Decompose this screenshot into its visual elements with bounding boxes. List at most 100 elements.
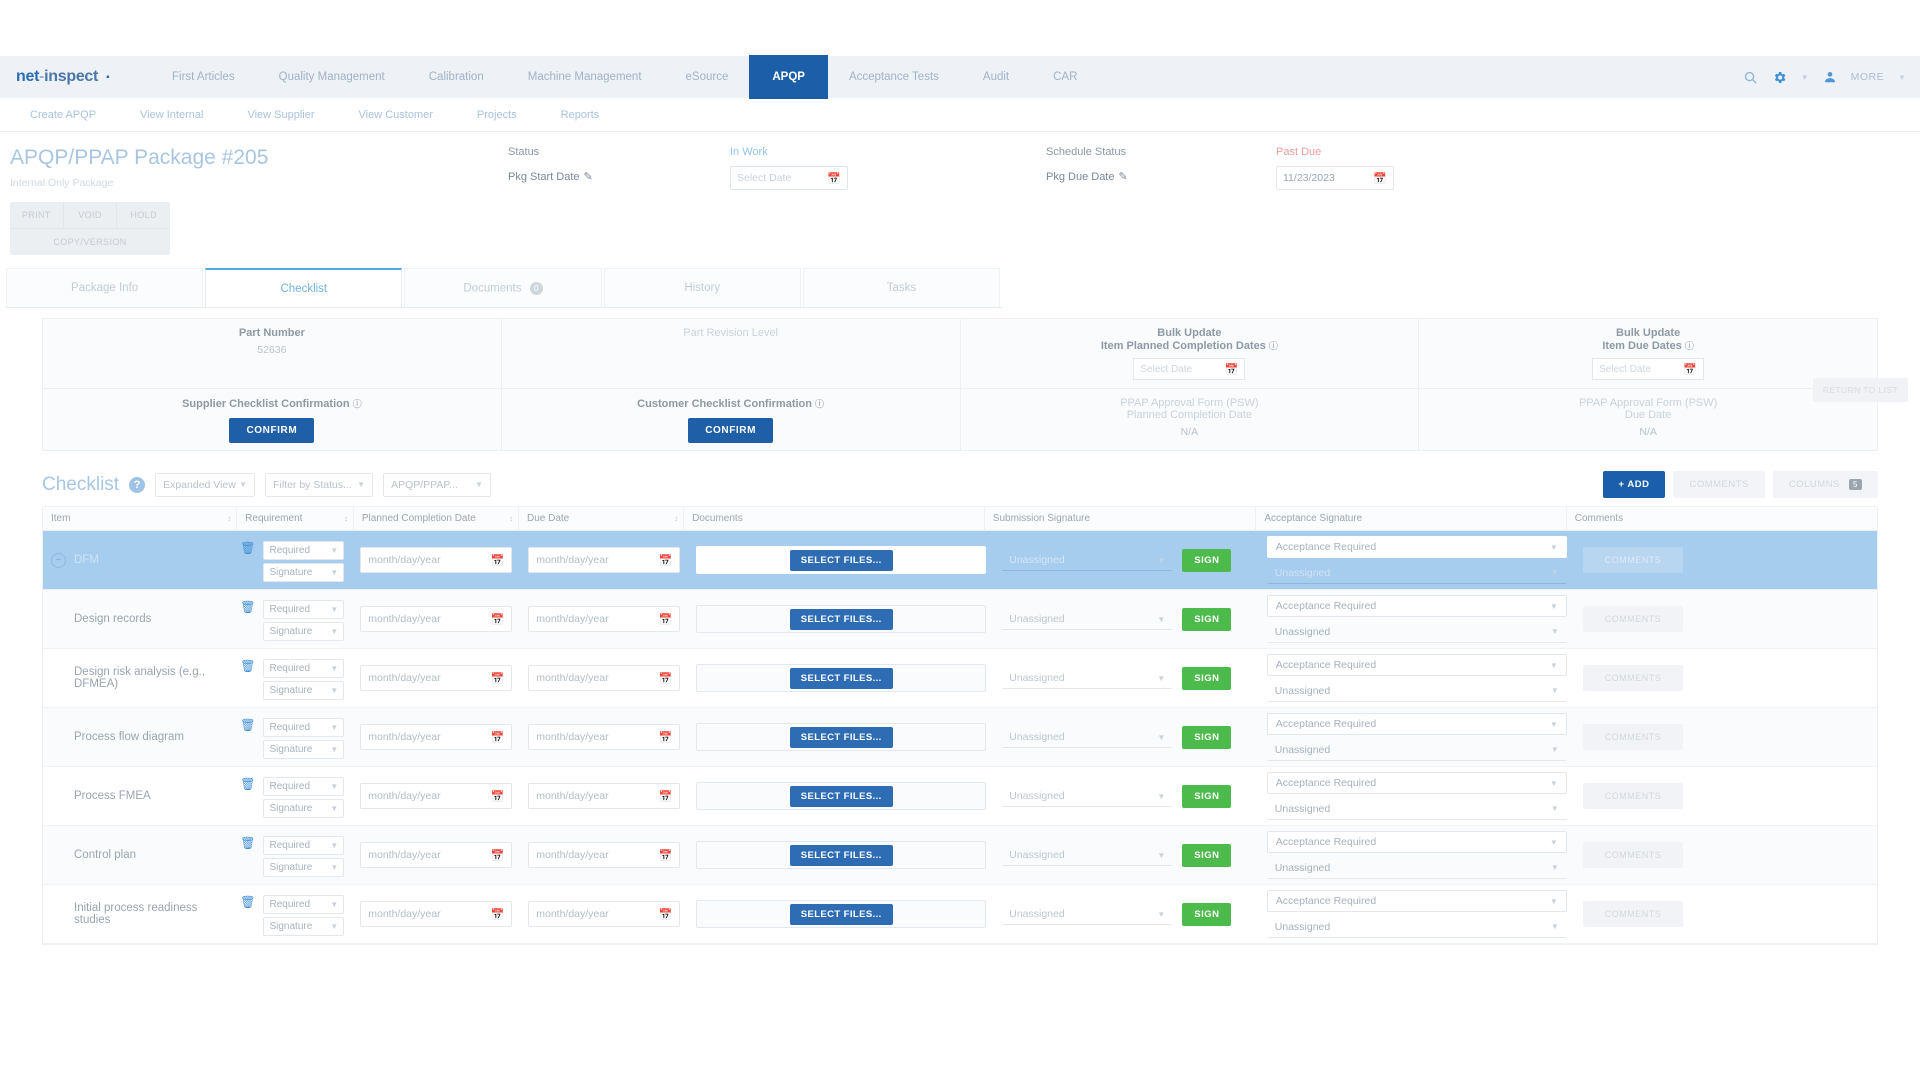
requirement-select[interactable]: Required▼ bbox=[263, 895, 344, 914]
file-dropzone[interactable]: SELECT FILES... bbox=[696, 900, 986, 928]
nav-item-machine-management[interactable]: Machine Management bbox=[506, 56, 664, 98]
return-to-list-button[interactable]: RETURN TO LIST bbox=[1813, 378, 1908, 402]
nav-item-apqp[interactable]: APQP bbox=[750, 56, 827, 98]
table-row[interactable]: Design records🗑Required▼Signature▼month/… bbox=[43, 590, 1877, 649]
calendar-icon-row-due[interactable]: 📅 bbox=[659, 731, 673, 744]
tab-tasks[interactable]: Tasks bbox=[803, 268, 1000, 307]
nav-item-quality-management[interactable]: Quality Management bbox=[257, 56, 407, 98]
void-button[interactable]: VOID bbox=[64, 202, 118, 228]
planned-date-input[interactable]: month/day/year📅 bbox=[360, 783, 512, 809]
delete-row-icon[interactable]: 🗑 bbox=[240, 659, 255, 673]
gear-chevron-down-icon[interactable]: ▼ bbox=[1801, 73, 1809, 82]
acceptance-signer-select[interactable]: Unassigned▼ bbox=[1267, 798, 1567, 820]
acceptance-signer-select[interactable]: Unassigned▼ bbox=[1267, 857, 1567, 879]
submission-signer-select[interactable]: Unassigned▼ bbox=[1002, 726, 1172, 748]
calendar-icon-row-due[interactable]: 📅 bbox=[659, 849, 673, 862]
bulk-due-date-input[interactable]: Select Date 📅 bbox=[1592, 358, 1704, 380]
due-date-input[interactable]: month/day/year📅 bbox=[528, 665, 680, 691]
planned-date-input[interactable]: month/day/year📅 bbox=[360, 724, 512, 750]
delete-row-icon[interactable]: 🗑 bbox=[240, 777, 255, 791]
nav-item-calibration[interactable]: Calibration bbox=[407, 56, 506, 98]
signature-select[interactable]: Signature▼ bbox=[263, 858, 344, 877]
due-date-input[interactable]: month/day/year📅 bbox=[528, 724, 680, 750]
nav-item-first-articles[interactable]: First Articles bbox=[150, 56, 257, 98]
signature-select[interactable]: Signature▼ bbox=[263, 740, 344, 759]
signature-select[interactable]: Signature▼ bbox=[263, 799, 344, 818]
file-dropzone[interactable]: SELECT FILES... bbox=[696, 605, 986, 633]
help-icon[interactable]: ? bbox=[129, 477, 145, 493]
columns-button[interactable]: COLUMNS 5 bbox=[1773, 471, 1878, 498]
acceptance-signer-select[interactable]: Unassigned▼ bbox=[1267, 621, 1567, 643]
add-button[interactable]: + ADD bbox=[1603, 471, 1666, 498]
submission-signer-select[interactable]: Unassigned▼ bbox=[1002, 785, 1172, 807]
subnav-item-view-customer[interactable]: View Customer bbox=[337, 109, 455, 121]
file-dropzone[interactable]: SELECT FILES... bbox=[696, 723, 986, 751]
submission-signer-select[interactable]: Unassigned▼ bbox=[1002, 903, 1172, 925]
table-row[interactable]: Design risk analysis (e.g., DFMEA)🗑Requi… bbox=[43, 649, 1877, 708]
acceptance-signer-select[interactable]: Unassigned▼ bbox=[1267, 916, 1567, 938]
acceptance-requirement-select[interactable]: Acceptance Required▼ bbox=[1267, 831, 1567, 853]
calendar-icon-row-planned[interactable]: 📅 bbox=[491, 849, 505, 862]
requirement-select[interactable]: Required▼ bbox=[263, 836, 344, 855]
print-button[interactable]: PRINT bbox=[10, 202, 64, 228]
calendar-icon-row-due[interactable]: 📅 bbox=[659, 613, 673, 626]
nav-item-acceptance-tests[interactable]: Acceptance Tests bbox=[827, 56, 961, 98]
header-requirement[interactable]: Requirement ↕ bbox=[237, 507, 354, 530]
subnav-item-projects[interactable]: Projects bbox=[455, 109, 539, 121]
delete-row-icon[interactable]: 🗑 bbox=[240, 836, 255, 850]
header-documents[interactable]: Documents bbox=[684, 507, 985, 530]
header-due-date[interactable]: Due Date ↕ bbox=[519, 507, 684, 530]
subnav-item-reports[interactable]: Reports bbox=[539, 109, 622, 121]
tab-package-info[interactable]: Package Info bbox=[6, 268, 203, 307]
planned-date-input[interactable]: month/day/year📅 bbox=[360, 901, 512, 927]
acceptance-signer-select[interactable]: Unassigned▼ bbox=[1267, 680, 1567, 702]
table-row[interactable]: −DFM🗑Required▼Signature▼month/day/year📅m… bbox=[43, 531, 1877, 590]
calendar-icon-4[interactable]: 📅 bbox=[1683, 363, 1697, 376]
calendar-icon-row-due[interactable]: 📅 bbox=[659, 554, 673, 567]
requirement-select[interactable]: Required▼ bbox=[263, 659, 344, 678]
info-tooltip-icon-3[interactable]: ⓘ bbox=[353, 399, 362, 409]
sort-icon-requirement[interactable]: ↕ bbox=[344, 514, 348, 523]
header-submission-signature[interactable]: Submission Signature bbox=[985, 507, 1257, 530]
due-date-input[interactable]: month/day/year📅 bbox=[528, 547, 680, 573]
due-date-input[interactable]: month/day/year📅 bbox=[528, 783, 680, 809]
delete-row-icon[interactable]: 🗑 bbox=[240, 600, 255, 614]
calendar-icon-row-planned[interactable]: 📅 bbox=[491, 672, 505, 685]
sort-icon-planned[interactable]: ↕ bbox=[509, 514, 513, 523]
calendar-icon-row-due[interactable]: 📅 bbox=[659, 672, 673, 685]
file-dropzone[interactable]: SELECT FILES... bbox=[696, 546, 986, 574]
subnav-item-view-internal[interactable]: View Internal bbox=[118, 109, 225, 121]
copy-version-button[interactable]: COPY/VERSION bbox=[10, 228, 170, 255]
signature-select[interactable]: Signature▼ bbox=[263, 681, 344, 700]
calendar-icon-row-planned[interactable]: 📅 bbox=[491, 908, 505, 921]
calendar-icon-2[interactable]: 📅 bbox=[1373, 172, 1387, 185]
pkg-start-date-input[interactable]: Select Date 📅 bbox=[730, 166, 848, 190]
user-chevron-down-icon[interactable]: ▼ bbox=[1898, 73, 1906, 82]
status-filter-select[interactable]: Filter by Status... ▼ bbox=[265, 473, 373, 497]
tab-documents[interactable]: Documents 0 bbox=[404, 268, 601, 307]
delete-row-icon[interactable]: 🗑 bbox=[240, 541, 255, 555]
info-tooltip-icon-4[interactable]: ⓘ bbox=[815, 399, 824, 409]
collapse-icon[interactable]: − bbox=[51, 553, 66, 568]
header-comments[interactable]: Comments bbox=[1567, 507, 1877, 530]
calendar-icon-row-planned[interactable]: 📅 bbox=[491, 613, 505, 626]
header-planned-completion-date[interactable]: Planned Completion Date ↕ bbox=[354, 507, 519, 530]
subnav-item-create-apqp[interactable]: Create APQP bbox=[8, 109, 118, 121]
nav-item-audit[interactable]: Audit bbox=[961, 56, 1031, 98]
calendar-icon-row-planned[interactable]: 📅 bbox=[491, 731, 505, 744]
customer-confirm-button[interactable]: CONFIRM bbox=[688, 418, 773, 443]
due-date-input[interactable]: month/day/year📅 bbox=[528, 842, 680, 868]
table-row[interactable]: Control plan🗑Required▼Signature▼month/da… bbox=[43, 826, 1877, 885]
sort-icon-due[interactable]: ↕ bbox=[674, 514, 678, 523]
acceptance-requirement-select[interactable]: Acceptance Required▼ bbox=[1267, 772, 1567, 794]
table-row[interactable]: Process FMEA🗑Required▼Signature▼month/da… bbox=[43, 767, 1877, 826]
file-dropzone[interactable]: SELECT FILES... bbox=[696, 841, 986, 869]
subnav-item-view-supplier[interactable]: View Supplier bbox=[225, 109, 336, 121]
submission-signer-select[interactable]: Unassigned▼ bbox=[1002, 667, 1172, 689]
comments-toggle-button[interactable]: COMMENTS bbox=[1673, 471, 1764, 498]
signature-select[interactable]: Signature▼ bbox=[263, 917, 344, 936]
view-mode-select[interactable]: Expanded View ▼ bbox=[155, 473, 255, 497]
table-row[interactable]: Process flow diagram🗑Required▼Signature▼… bbox=[43, 708, 1877, 767]
requirement-select[interactable]: Required▼ bbox=[263, 541, 344, 560]
planned-date-input[interactable]: month/day/year📅 bbox=[360, 842, 512, 868]
